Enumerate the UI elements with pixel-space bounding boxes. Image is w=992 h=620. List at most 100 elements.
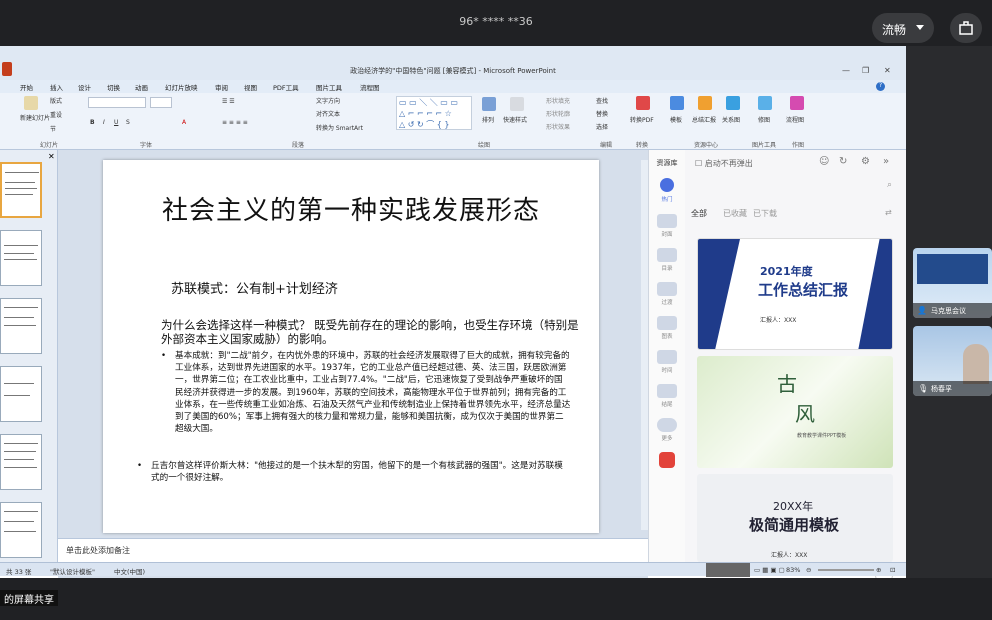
tab-view[interactable]: 视图 [244, 82, 257, 92]
view-mode-highlight[interactable] [706, 563, 750, 577]
tab-home[interactable]: 开始 [20, 82, 33, 92]
slide-subtitle[interactable]: 苏联模式：公有制+计划经济 [171, 278, 338, 297]
exit-fullscreen-button[interactable] [950, 13, 982, 43]
vertical-scrollbar[interactable] [641, 160, 648, 530]
slide-thumbnail[interactable] [0, 230, 42, 286]
filter-downloaded[interactable]: 已下载 [753, 208, 777, 219]
slide-bullet-achievements[interactable]: • 基本成就：到"二战"前夕，在内忧外患的环境中，苏联的社会经济发展取得了巨大的… [161, 350, 571, 435]
maximize-icon[interactable]: ❐ [862, 66, 869, 75]
relation-button[interactable]: 关系图 [722, 115, 740, 124]
tab-transitions[interactable]: 切换 [107, 82, 120, 92]
relation-icon[interactable] [726, 96, 740, 110]
shape-fill-button[interactable]: 形状填充 [546, 96, 570, 105]
slide-thumbnail[interactable] [0, 434, 42, 490]
reset-button[interactable]: 重设 [50, 110, 62, 119]
underline-icon[interactable]: U [114, 119, 118, 126]
slide-thumbnail[interactable] [0, 298, 42, 354]
template-card-ancient-style[interactable]: 古 风 教育教学课件PPT模板 [697, 356, 893, 468]
current-slide[interactable]: 社会主义的第一种实践发展形态 苏联模式：公有制+计划经济 为什么会选择这样一种模… [103, 160, 599, 533]
view-buttons-icon[interactable]: ▭ ▦ ▣ ▢ [754, 566, 785, 574]
select-button[interactable]: 选择 [596, 122, 608, 131]
filter-settings-icon[interactable]: ⇄ [885, 208, 892, 217]
no-popup-toggle[interactable]: ☐ 启动不再弹出 [695, 158, 753, 169]
shape-outline-button[interactable]: 形状轮廓 [546, 109, 570, 118]
help-icon[interactable]: ? [876, 82, 885, 91]
slide-title[interactable]: 社会主义的第一种实践发展形态 [103, 190, 599, 227]
close-icon[interactable]: ✕ [884, 66, 891, 75]
toc-icon[interactable] [657, 248, 677, 262]
office-logo-icon[interactable] [2, 62, 12, 76]
tab-picture-tools[interactable]: 图片工具 [316, 82, 342, 92]
arrange-icon[interactable] [482, 97, 496, 111]
slide-why-paragraph[interactable]: 为什么会选择这样一种模式？ 既受先前存在的理论的影响，也受生存环境（特别是外部资… [161, 318, 581, 346]
templates-button[interactable]: 模板 [670, 115, 682, 124]
image-edit-button[interactable]: 修图 [758, 115, 770, 124]
nav-timeline[interactable]: 时间 [649, 366, 685, 374]
replace-button[interactable]: 替换 [596, 109, 608, 118]
flowchart-icon[interactable] [790, 96, 804, 110]
zoom-slider[interactable] [818, 569, 874, 571]
nav-more[interactable]: 更多 [649, 434, 685, 442]
transition-icon[interactable] [657, 282, 677, 296]
tab-animations[interactable]: 动画 [135, 82, 148, 92]
tab-pdf-tools[interactable]: PDF工具 [273, 82, 299, 92]
zoom-out-icon[interactable]: ⊖ [806, 566, 811, 574]
align-text-button[interactable]: 对齐文本 [316, 109, 340, 118]
fluency-dropdown[interactable]: 流畅 [872, 13, 934, 43]
tab-slideshow[interactable]: 幻灯片放映 [165, 82, 198, 92]
font-family-select[interactable] [88, 97, 146, 108]
slide-thumbnail[interactable] [0, 162, 42, 218]
summary-icon[interactable] [698, 96, 712, 110]
nav-chart[interactable]: 图表 [649, 332, 685, 340]
new-slide-icon[interactable] [24, 96, 38, 110]
collapse-icon[interactable]: » [883, 156, 889, 167]
fit-window-icon[interactable]: ⊡ [890, 566, 895, 574]
to-pdf-button[interactable]: 转换PDF [630, 115, 654, 124]
tab-insert[interactable]: 插入 [50, 82, 63, 92]
tab-flowchart[interactable]: 流程图 [360, 82, 380, 92]
new-slide-button[interactable]: 新建幻灯片 [20, 113, 50, 122]
smartart-button[interactable]: 转换为 SmartArt [316, 123, 363, 132]
zoom-in-icon[interactable]: ⊕ [876, 566, 881, 574]
font-size-select[interactable] [150, 97, 172, 108]
ending-icon[interactable] [657, 384, 677, 398]
filter-favorites[interactable]: 已收藏 [723, 208, 747, 219]
find-button[interactable]: 查找 [596, 96, 608, 105]
tab-review[interactable]: 审阅 [215, 82, 228, 92]
slide-thumbnail[interactable] [0, 502, 42, 558]
filter-all[interactable]: 全部 [691, 208, 707, 219]
arrange-button[interactable]: 排列 [482, 115, 494, 124]
notes-pane[interactable]: 单击此处添加备注 [58, 538, 648, 562]
nav-toc[interactable]: 目录 [649, 264, 685, 272]
slide-thumbnail[interactable] [0, 366, 42, 422]
shapes-gallery[interactable]: ▭ ▭ ＼ ＼ ▭ ▭ △ ⌐ ⌐ ⌐ ⌐ ☆ △ ↺ ↻ ⌒ { } [396, 96, 472, 130]
templates-icon[interactable] [670, 96, 684, 110]
image-edit-icon[interactable] [758, 96, 772, 110]
participant-tile[interactable]: 杨春孚 🎙 [913, 326, 992, 396]
timeline-icon[interactable] [657, 350, 677, 364]
close-pane-icon[interactable]: ✕ [48, 152, 55, 161]
pdf-icon[interactable] [636, 96, 650, 110]
bold-icon[interactable]: B [90, 119, 95, 126]
cover-icon[interactable] [657, 214, 677, 228]
italic-icon[interactable]: I [103, 119, 105, 126]
summary-button[interactable]: 总结汇报 [692, 115, 716, 124]
template-card-work-summary[interactable]: 2021年度 工作总结汇报 汇报人：XXX [697, 238, 893, 350]
nav-transition[interactable]: 过渡 [649, 298, 685, 306]
gift-icon[interactable] [659, 452, 675, 468]
chart-icon[interactable] [657, 316, 677, 330]
nav-ending[interactable]: 结尾 [649, 400, 685, 408]
refresh-icon[interactable]: ↻ [839, 156, 847, 167]
slide-bullet-churchill[interactable]: • 丘吉尔曾这样评价斯大林："他接过的是一个扶木犁的穷国，他留下的是一个有核武器… [137, 460, 571, 484]
strikethrough-icon[interactable]: S [126, 119, 130, 126]
flowchart-button[interactable]: 流程图 [786, 115, 804, 124]
text-direction-button[interactable]: 文字方向 [316, 96, 340, 105]
template-card-minimal[interactable]: 20XX年 极简通用模板 汇报人：XXX [697, 474, 893, 562]
hot-icon[interactable] [660, 178, 674, 192]
align-icons[interactable]: ≡ ≡ ≡ ≡ [222, 119, 248, 126]
layout-button[interactable]: 版式 [50, 96, 62, 105]
nav-hot[interactable]: 热门 [649, 195, 685, 203]
participant-tile[interactable]: 马克思会议 👤 [913, 248, 992, 318]
search-icon[interactable]: ⌕ [887, 180, 892, 190]
minimize-icon[interactable]: — [842, 66, 850, 75]
